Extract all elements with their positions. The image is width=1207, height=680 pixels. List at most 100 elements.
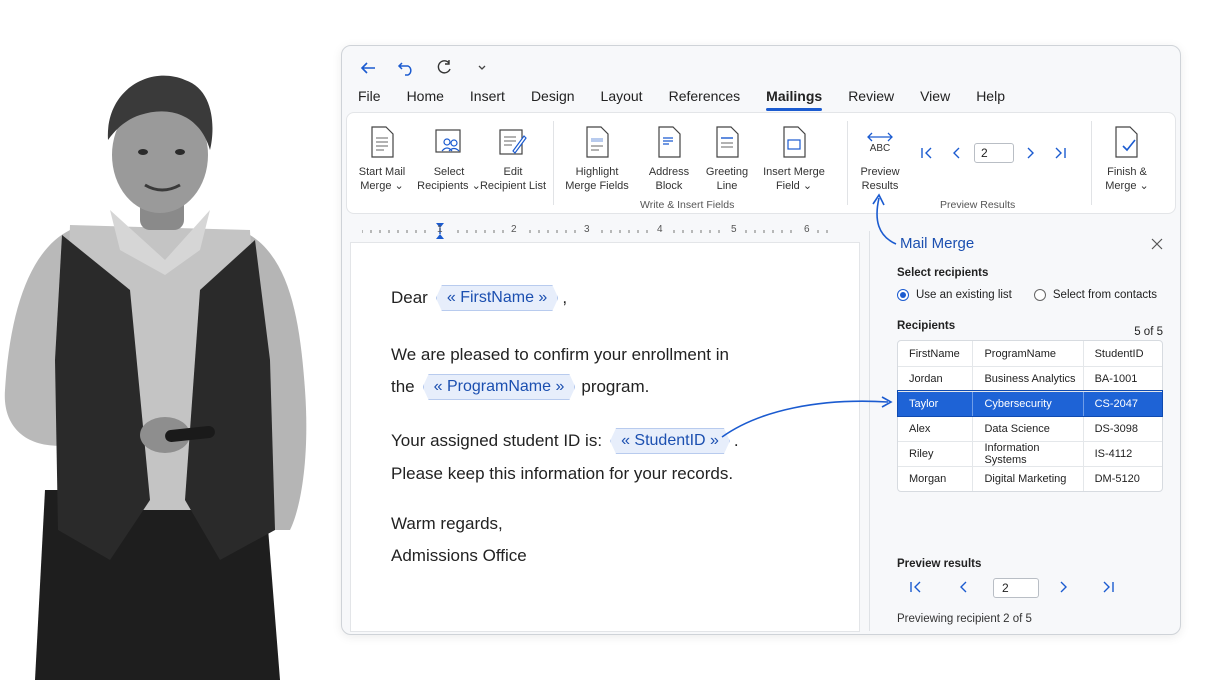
start-mail-merge-button[interactable]: Start Mail Merge ⌄ <box>346 125 418 193</box>
next-record-icon[interactable] <box>1053 577 1073 597</box>
insert-merge-field-button[interactable]: Insert Merge Field ⌄ <box>758 125 830 193</box>
table-row-selected[interactable]: Taylor Cybersecurity CS-2047 <box>897 390 1163 417</box>
menu-file[interactable]: File <box>358 86 394 106</box>
closing-line: Warm regards, <box>391 514 503 533</box>
ruler-ticks <box>362 223 828 239</box>
word-window: File Home Insert Design Layout Reference… <box>341 45 1181 635</box>
table-cell: CS-2047 <box>1082 392 1162 416</box>
preview-results-button[interactable]: ABC Preview Results <box>844 125 916 193</box>
finish-merge-label: Finish & Merge ⌄ <box>1105 166 1149 192</box>
recipient-source-options: Use an existing list Select from contact… <box>897 289 1157 301</box>
radio-contacts[interactable] <box>1033 289 1046 301</box>
edit-recipient-list-label: Edit Recipient List <box>479 166 547 192</box>
table-row[interactable]: Jordan Business Analytics BA-1001 <box>898 366 1162 391</box>
table-cell: Information Systems <box>972 442 1082 466</box>
option-contacts-label: Select from contacts <box>1052 289 1158 301</box>
greeting-line: Dear « FirstName » , <box>391 285 567 311</box>
ribbon: Start Mail Merge ⌄ Select Recipients ⌄ Edi… <box>346 112 1176 214</box>
highlight-merge-fields-label: Highlight Merge Fields <box>565 166 629 192</box>
dear-text: Dear <box>391 288 428 307</box>
table-cell: Digital Marketing <box>972 467 1082 491</box>
greeting-line-button[interactable]: Greeting Line <box>691 125 763 193</box>
menu-help[interactable]: Help <box>963 86 1018 106</box>
greeting-line-label: Greeting Line <box>705 166 749 192</box>
start-mail-merge-label: Start Mail Merge ⌄ <box>358 166 406 192</box>
table-cell: Taylor <box>909 398 939 410</box>
close-icon[interactable] <box>1151 237 1163 250</box>
horizontal-ruler[interactable]: 1 2 3 4 5 6 <box>362 222 852 240</box>
highlight-merge-fields-button[interactable]: Highlight Merge Fields <box>561 125 633 193</box>
select-recipients-heading: Select recipients <box>897 267 989 279</box>
signature-line: Admissions Office <box>391 546 527 565</box>
table-row[interactable]: Morgan Digital Marketing DM-5120 <box>898 466 1162 491</box>
menu-view[interactable]: View <box>907 86 963 106</box>
table-row[interactable]: Alex Data Science DS-3098 <box>898 416 1162 441</box>
last-record-icon[interactable] <box>1050 143 1070 163</box>
menu-layout[interactable]: Layout <box>588 86 656 106</box>
table-header: FirstName ProgramName StudentID <box>898 341 1162 366</box>
table-cell: Riley <box>909 448 934 460</box>
table-cell: IS-4112 <box>1082 442 1162 466</box>
chevron-down-icon[interactable] <box>470 56 494 80</box>
last-record-icon[interactable] <box>1098 577 1118 597</box>
select-recipients-button[interactable]: Select Recipients ⌄ <box>413 125 485 193</box>
finish-merge-button[interactable]: Finish & Merge ⌄ <box>1091 125 1163 193</box>
first-record-icon[interactable] <box>917 143 937 163</box>
option-existing-label: Use an existing list <box>916 289 1012 301</box>
ruler-number: 6 <box>804 224 810 235</box>
quick-access-toolbar <box>356 56 494 80</box>
table-cell: Alex <box>909 423 931 435</box>
undo-icon[interactable] <box>394 56 418 80</box>
comma-text: , <box>562 288 568 307</box>
table-cell: Data Science <box>972 417 1082 441</box>
first-record-icon[interactable] <box>906 577 926 597</box>
student-id-line: Your assigned student ID is: « StudentID… <box>391 428 739 454</box>
select-recipients-label: Select Recipients ⌄ <box>417 166 481 192</box>
column-header[interactable]: StudentID <box>1082 341 1162 366</box>
table-cell: DM-5120 <box>1082 467 1162 491</box>
menu-review[interactable]: Review <box>835 86 907 106</box>
record-number-input[interactable]: 2 <box>974 143 1014 163</box>
preview-record-input[interactable]: 2 <box>993 578 1039 598</box>
period-text: . <box>733 431 739 450</box>
previous-record-icon[interactable] <box>954 577 974 597</box>
column-header[interactable]: FirstName <box>898 341 972 366</box>
merge-field-programname[interactable]: « ProgramName » <box>423 374 576 400</box>
menu-home[interactable]: Home <box>394 86 457 106</box>
table-cell: BA-1001 <box>1082 367 1162 391</box>
student-id-text: Your assigned student ID is: <box>391 431 603 450</box>
merge-field-studentid[interactable]: « StudentID » <box>610 428 730 454</box>
table-cell: Morgan <box>909 473 947 485</box>
select-recipients-icon <box>433 125 465 159</box>
document-page[interactable]: Dear « FirstName » , We are pleased to c… <box>350 242 860 632</box>
next-record-icon[interactable] <box>1020 143 1040 163</box>
back-arrow-icon[interactable] <box>356 56 380 80</box>
menu-references[interactable]: References <box>656 86 754 106</box>
preview-results-label: Preview Results <box>860 166 900 192</box>
merge-field-firstname[interactable]: « FirstName » <box>436 285 558 311</box>
table-row[interactable]: Riley Information Systems IS-4112 <box>898 441 1162 466</box>
recipients-count: 5 of 5 <box>1134 326 1163 338</box>
edit-recipient-list-button[interactable]: Edit Recipient List <box>477 125 549 193</box>
radio-existing-list[interactable] <box>897 289 909 301</box>
group-label-write-insert: Write & Insert Fields <box>640 199 735 211</box>
menu-design[interactable]: Design <box>518 86 588 106</box>
column-header[interactable]: ProgramName <box>972 341 1082 366</box>
previous-record-icon[interactable] <box>947 143 967 163</box>
body-line: We are pleased to confirm your enrollmen… <box>391 345 729 364</box>
program-line: the « ProgramName » program. <box>391 374 649 400</box>
recipients-heading: Recipients <box>897 320 956 332</box>
ruler-number: 2 <box>511 224 517 235</box>
finish-merge-icon <box>1111 125 1143 159</box>
previewing-status: Previewing recipient 2 of 5 <box>897 613 1032 625</box>
group-label-preview-results: Preview Results <box>940 199 1016 211</box>
ruler-number: 5 <box>731 224 737 235</box>
abc-text: ABC <box>869 142 891 154</box>
address-block-label: Address Block <box>648 166 690 192</box>
insert-field-icon <box>778 125 810 159</box>
mail-merge-pane: Mail Merge Select recipients Use an exis… <box>869 231 1179 631</box>
redo-icon[interactable] <box>432 56 456 80</box>
ruler-number: 3 <box>584 224 590 235</box>
menu-mailings[interactable]: Mailings <box>753 86 835 111</box>
menu-insert[interactable]: Insert <box>457 86 518 106</box>
